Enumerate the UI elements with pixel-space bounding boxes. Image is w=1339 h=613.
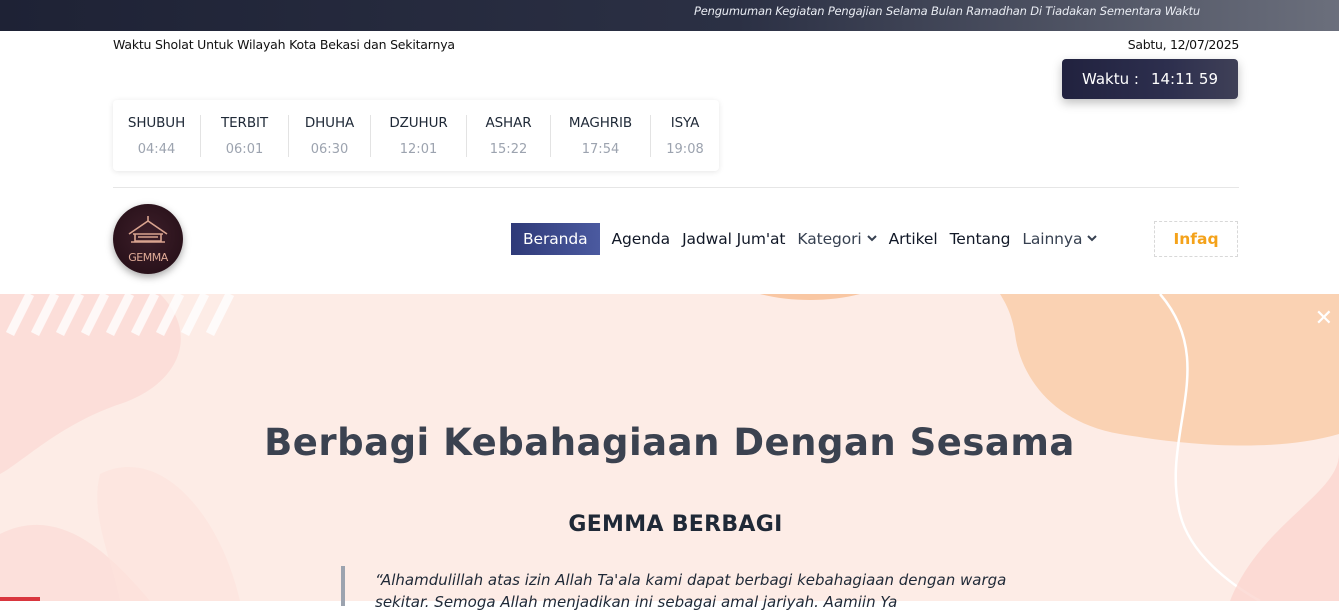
announcement-bar: Pengumuman Kegiatan Pengajian Selama Bul… — [0, 0, 1339, 31]
clock-box: Waktu : 14:11 59 — [1062, 59, 1238, 99]
site-logo[interactable]: GEMMA — [113, 204, 183, 274]
nav-item-agenda[interactable]: Agenda — [606, 223, 677, 255]
nav-item-lainnya[interactable]: Lainnya — [1016, 223, 1103, 255]
nav-item-tentang[interactable]: Tentang — [944, 223, 1017, 255]
chevron-down-icon — [866, 234, 877, 245]
prayer-time: 04:44 — [137, 141, 176, 157]
prayer-name: MAGHRIB — [568, 114, 633, 131]
nav-item-lainnya-label: Lainnya — [1022, 230, 1083, 248]
prayer-item-maghrib: MAGHRIB 17:54 — [551, 114, 651, 157]
clock-time: 14:11 59 — [1150, 70, 1219, 88]
prayer-item-dhuha: DHUHA 06:30 — [289, 114, 371, 157]
red-indicator — [0, 597, 40, 601]
prayer-item-ashar: ASHAR 15:22 — [467, 114, 551, 157]
infaq-button[interactable]: Infaq — [1154, 221, 1238, 257]
hero-quote: “Alhamdulillah atas izin Allah Ta'ala ka… — [375, 571, 1007, 611]
nav-item-jadwal-jumat[interactable]: Jadwal Jum'at — [676, 223, 791, 255]
nav-item-kategori-label: Kategori — [797, 230, 862, 248]
prayer-time: 06:01 — [225, 141, 264, 157]
nav-item-beranda[interactable]: Beranda — [511, 223, 600, 255]
current-date: Sabtu, 12/07/2025 — [1127, 37, 1240, 52]
hero-heading: Berbagi Kebahagiaan Dengan Sesama — [264, 421, 1075, 464]
mosque-logo-icon: GEMMA — [128, 216, 169, 264]
logo-text: GEMMA — [128, 251, 168, 264]
prayer-name: ISYA — [670, 114, 700, 131]
prayer-time: 19:08 — [666, 141, 704, 157]
prayer-name: ASHAR — [485, 114, 532, 131]
prayer-item-shubuh: SHUBUH 04:44 — [113, 114, 201, 157]
announcement-text: Pengumuman Kegiatan Pengajian Selama Bul… — [694, 4, 1200, 18]
prayer-time: 17:54 — [581, 141, 620, 157]
prayer-name: TERBIT — [220, 114, 269, 131]
prayer-name: DZUHUR — [389, 114, 448, 131]
quote-border — [341, 566, 345, 606]
prayer-times-card: SHUBUH 04:44 TERBIT 06:01 DHUHA 06:30 DZ… — [113, 100, 719, 171]
hero-subheading: GEMMA BERBAGI — [568, 512, 783, 537]
prayer-times-title: Waktu Sholat Untuk Wilayah Kota Bekasi d… — [113, 37, 455, 52]
nav-item-artikel[interactable]: Artikel — [883, 223, 944, 255]
chevron-down-icon — [1087, 234, 1098, 245]
prayer-item-terbit: TERBIT 06:01 — [201, 114, 289, 157]
header-divider — [113, 187, 1239, 188]
close-icon[interactable]: ✕ — [1315, 306, 1333, 331]
prayer-time: 12:01 — [399, 141, 438, 157]
prayer-time: 15:22 — [489, 141, 528, 157]
main-nav: Beranda Agenda Jadwal Jum'at Kategori Ar… — [511, 223, 1103, 255]
prayer-item-dzuhur: DZUHUR 12:01 — [371, 114, 467, 157]
prayer-name: DHUHA — [304, 114, 355, 131]
clock-label: Waktu : — [1081, 70, 1139, 88]
prayer-name: SHUBUH — [127, 114, 186, 131]
prayer-item-isya: ISYA 19:08 — [651, 115, 719, 157]
nav-item-kategori[interactable]: Kategori — [791, 223, 882, 255]
prayer-time: 06:30 — [310, 141, 349, 157]
